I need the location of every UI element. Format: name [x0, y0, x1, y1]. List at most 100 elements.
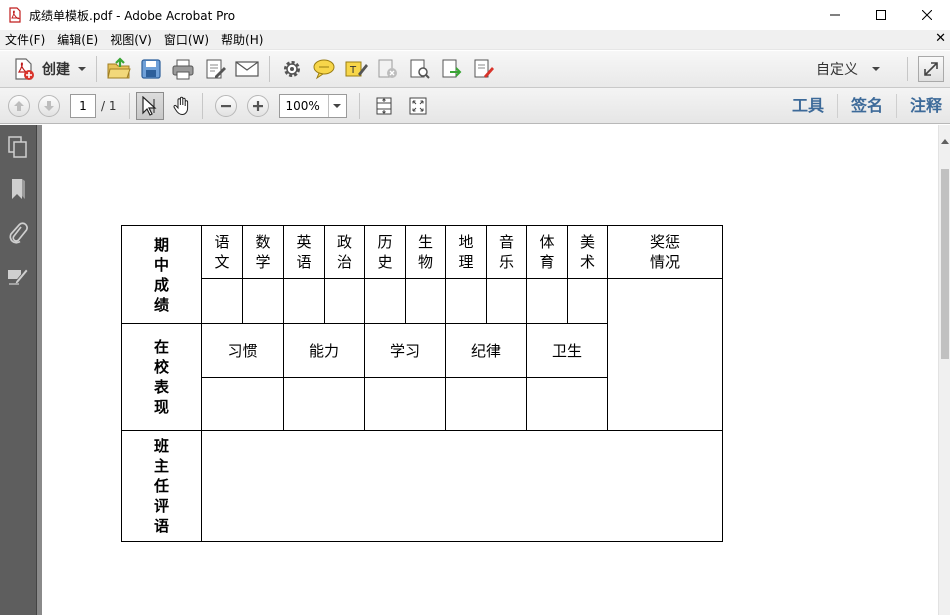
- remove-button[interactable]: [372, 54, 404, 84]
- email-button[interactable]: [231, 54, 263, 84]
- midterm-label: 期 中 成 绩: [121, 225, 202, 324]
- previous-page-button[interactable]: [8, 94, 30, 117]
- zoom-out-button[interactable]: [214, 94, 237, 117]
- rewards-cell: [607, 278, 723, 431]
- acrobat-pdf-icon: [7, 7, 23, 23]
- behavior-cell: [201, 377, 284, 431]
- behavior-hygiene: 卫生: [526, 323, 608, 378]
- tab-sign[interactable]: 签名: [838, 88, 896, 124]
- open-folder-icon: [107, 57, 131, 79]
- next-page-button[interactable]: [38, 94, 60, 117]
- signature-pen-icon: [8, 268, 29, 285]
- behavior-cell: [526, 377, 608, 431]
- score-cell: [486, 278, 527, 324]
- fit-width-button[interactable]: [404, 92, 432, 120]
- subject-history: 历 史: [364, 225, 406, 279]
- save-button[interactable]: [135, 54, 167, 84]
- toolbar-divider: [128, 92, 130, 119]
- zoom-select[interactable]: 100%: [278, 93, 347, 118]
- save-disk-icon: [141, 59, 161, 79]
- menu-edit[interactable]: 编辑(E): [51, 30, 104, 50]
- pages-icon: [8, 136, 27, 158]
- navigation-toolbar: 1 / 1 100% 工具 签名 注释: [0, 88, 950, 124]
- maximize-button[interactable]: [858, 0, 904, 30]
- fit-page-button[interactable]: [370, 92, 398, 120]
- scrollbar-thumb[interactable]: [941, 169, 949, 359]
- zoom-value: 100%: [285, 98, 320, 113]
- vertical-scrollbar[interactable]: [938, 125, 950, 615]
- minimize-icon: [830, 14, 840, 16]
- page-thumbnails-button[interactable]: [6, 135, 30, 159]
- bookmark-icon: [12, 179, 25, 199]
- page-number-input[interactable]: 1: [70, 93, 96, 118]
- tab-comment[interactable]: 注释: [897, 88, 950, 124]
- settings-button[interactable]: [276, 54, 308, 84]
- window-title: 成绩单模板.pdf - Adobe Acrobat Pro: [29, 8, 236, 23]
- subject-music: 音 乐: [486, 225, 527, 279]
- minimize-button[interactable]: [812, 0, 858, 30]
- select-cursor-icon: [141, 95, 157, 116]
- attachments-button[interactable]: [6, 221, 30, 245]
- fullscreen-button[interactable]: [918, 56, 944, 82]
- school-performance-label: 在 校 表 现: [121, 323, 202, 431]
- score-cell: [242, 278, 284, 324]
- subject-politics: 政 治: [324, 225, 365, 279]
- teacher-comment-label: 班 主 任 评 语: [121, 430, 202, 542]
- open-button[interactable]: [103, 54, 135, 84]
- print-button[interactable]: [167, 54, 199, 84]
- close-button[interactable]: [904, 0, 950, 30]
- subject-math: 数 学: [242, 225, 284, 279]
- window-controls: [812, 0, 950, 30]
- toolbar-divider: [269, 56, 270, 82]
- behavior-habits: 习惯: [201, 323, 284, 378]
- page-total: / 1: [101, 98, 117, 113]
- plus-icon: [252, 100, 263, 111]
- behavior-cell: [364, 377, 446, 431]
- scroll-up-icon[interactable]: [941, 139, 949, 144]
- customize-dropdown[interactable]: 自定义: [816, 59, 880, 79]
- score-cell: [526, 278, 568, 324]
- document-export-icon: [442, 59, 462, 78]
- behavior-ability: 能力: [283, 323, 365, 378]
- report-card-table: 期 中 成 绩 语 文 数 学 英 语 政 治 历 史 生 物 地 理 音 乐 …: [121, 225, 723, 542]
- customize-label: 自定义: [816, 62, 858, 78]
- hand-tool-button[interactable]: [168, 92, 196, 120]
- fit-page-icon: [376, 97, 391, 114]
- select-tool-button[interactable]: [135, 91, 164, 120]
- edit-document-button[interactable]: [199, 54, 231, 84]
- create-button[interactable]: 创建: [8, 54, 90, 84]
- signatures-button[interactable]: [6, 263, 30, 287]
- document-close-icon[interactable]: ✕: [935, 31, 946, 46]
- menu-window[interactable]: 窗口(W): [158, 30, 215, 50]
- svg-text:T: T: [349, 65, 357, 76]
- behavior-cell: [445, 377, 527, 431]
- score-cell: [324, 278, 365, 324]
- score-cell: [364, 278, 406, 324]
- highlight-text-button[interactable]: T: [340, 54, 372, 84]
- search-document-button[interactable]: [404, 54, 436, 84]
- menu-help[interactable]: 帮助(H): [215, 30, 269, 50]
- toolbar-divider: [96, 56, 97, 82]
- score-cell: [283, 278, 325, 324]
- export-button[interactable]: [436, 54, 468, 84]
- sign-document-button[interactable]: [468, 54, 500, 84]
- zoom-in-button[interactable]: [246, 94, 269, 117]
- chevron-down-icon: [78, 67, 86, 71]
- expand-icon: [924, 62, 938, 76]
- tab-tools[interactable]: 工具: [779, 88, 837, 124]
- behavior-cell: [283, 377, 365, 431]
- toolbar-divider: [907, 57, 908, 81]
- menu-view[interactable]: 视图(V): [104, 30, 158, 50]
- arrow-up-icon: [14, 100, 24, 111]
- subject-pe: 体 育: [526, 225, 568, 279]
- toolbar-divider: [358, 92, 360, 119]
- subject-geography: 地 理: [445, 225, 487, 279]
- menu-file[interactable]: 文件(F): [0, 30, 51, 50]
- document-remove-icon: [378, 59, 397, 78]
- title-bar: 成绩单模板.pdf - Adobe Acrobat Pro: [0, 0, 950, 30]
- comment-button[interactable]: [308, 54, 340, 84]
- teacher-comment-cell: [201, 430, 723, 542]
- bookmarks-button[interactable]: [6, 177, 30, 201]
- subject-chinese: 语 文: [201, 225, 243, 279]
- rewards-label: 奖惩 情况: [607, 225, 723, 279]
